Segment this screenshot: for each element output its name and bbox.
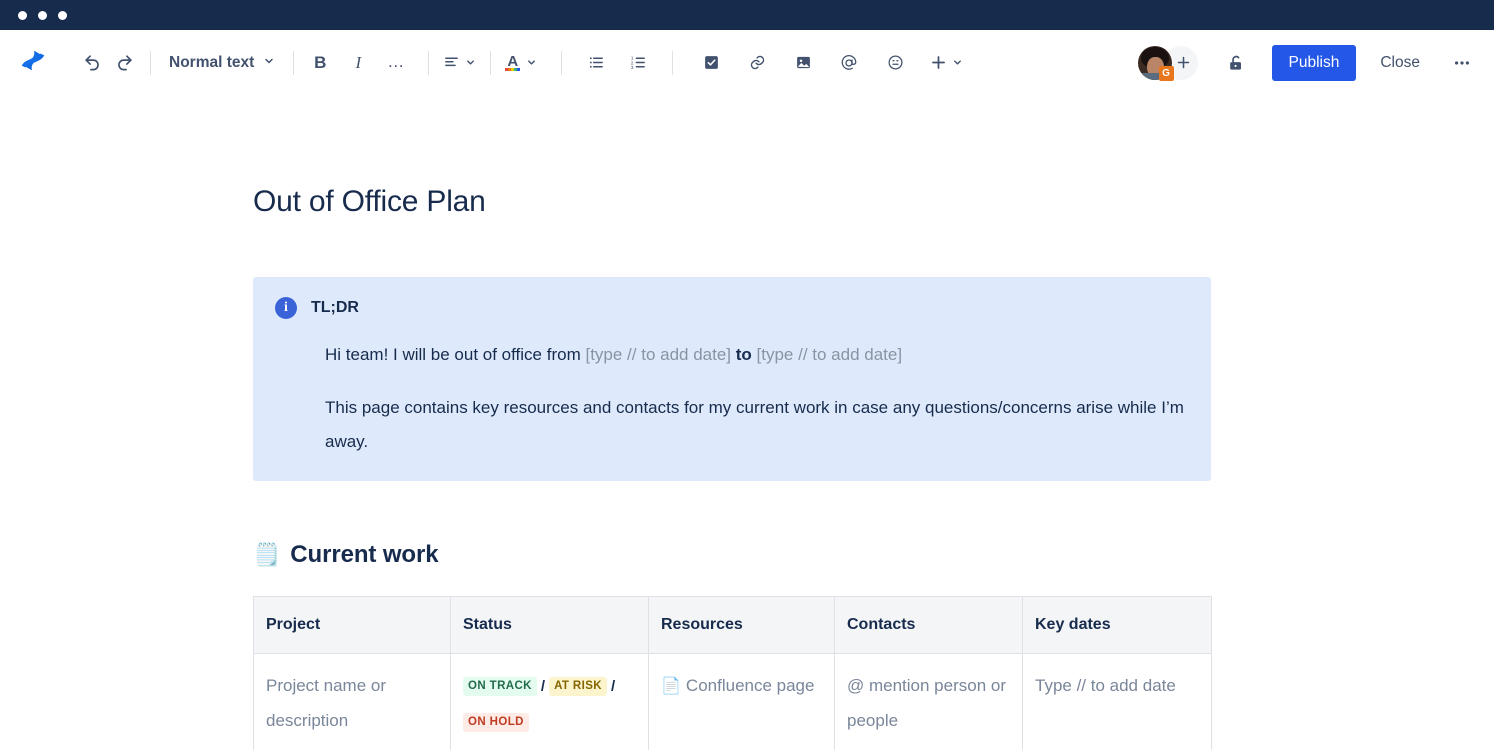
toolbar-divider <box>490 50 492 75</box>
toolbar-divider <box>428 50 430 75</box>
page-overflow-menu-icon[interactable] <box>1444 45 1480 81</box>
chevron-down-icon <box>526 57 537 68</box>
align-left-icon <box>443 54 460 71</box>
editor-toolbar: Normal text B I … A 1 2 3 G Publish Clos… <box>0 30 1494 95</box>
text-style-label: Normal text <box>169 53 255 71</box>
notepad-emoji-icon: 🗒️ <box>253 542 281 567</box>
column-header-key-dates[interactable]: Key dates <box>1022 596 1212 654</box>
ellipsis-icon: … <box>387 52 406 72</box>
emoji-icon[interactable] <box>879 47 911 79</box>
lozenge-separator: / <box>611 678 616 696</box>
current-work-table[interactable]: Project Status Resources Contacts Key da… <box>253 596 1212 750</box>
info-panel-header: i TL;DR <box>275 297 1189 319</box>
text-style-dropdown[interactable]: Normal text <box>161 47 283 79</box>
cell-contacts[interactable]: @ mention person or people <box>834 653 1023 750</box>
section-heading-label: Current work <box>290 541 439 568</box>
svg-text:3: 3 <box>630 65 633 71</box>
numbered-list-icon[interactable]: 1 2 3 <box>622 47 654 79</box>
start-date-placeholder[interactable]: [type // to add date] <box>585 345 731 364</box>
column-header-resources[interactable]: Resources <box>648 596 835 654</box>
cell-resources-label: Confluence page <box>685 676 815 695</box>
more-formatting-button[interactable]: … <box>380 47 412 79</box>
text-color-dropdown[interactable]: A <box>501 47 541 79</box>
status-lozenge-on-track[interactable]: ON TRACK <box>463 677 537 697</box>
status-lozenge-at-risk[interactable]: AT RISK <box>549 677 608 697</box>
bold-button[interactable]: B <box>304 47 336 79</box>
list-group: 1 2 3 <box>580 47 654 79</box>
toolbar-divider <box>293 50 295 75</box>
info-panel-line-2[interactable]: This page contains key resources and con… <box>325 391 1189 459</box>
window-maximize-button[interactable] <box>58 10 67 20</box>
alignment-group <box>439 47 480 79</box>
toolbar-divider <box>561 50 563 75</box>
table-row[interactable]: Project name or description ON TRACK / AT … <box>253 653 1212 750</box>
window-title-bar <box>0 0 1494 30</box>
text-color-letter: A <box>507 52 519 70</box>
chevron-down-icon <box>263 54 275 72</box>
cell-resources[interactable]: 📄 Confluence page <box>648 653 835 750</box>
avatar-app-badge: G <box>1158 65 1174 81</box>
insert-more-dropdown[interactable] <box>925 47 967 79</box>
info-icon: i <box>275 297 297 319</box>
section-heading-current-work[interactable]: 🗒️ Current work <box>253 541 1213 569</box>
publish-button[interactable]: Publish <box>1271 44 1357 81</box>
image-icon[interactable] <box>787 47 819 79</box>
confluence-logo-icon[interactable] <box>18 45 48 80</box>
info-panel-line-1[interactable]: Hi team! I will be out of office from [t… <box>325 338 1189 372</box>
bold-label: B <box>314 52 327 72</box>
document-body: Out of Office Plan i TL;DR Hi team! I wi… <box>0 185 1494 750</box>
column-header-contacts[interactable]: Contacts <box>834 596 1023 654</box>
table-header-row: Project Status Resources Contacts Key da… <box>253 596 1212 654</box>
italic-button[interactable]: I <box>342 47 374 79</box>
cell-key-dates[interactable]: Type // to add date <box>1022 653 1212 750</box>
cell-status[interactable]: ON TRACK / AT RISK / ON HOLD <box>450 653 649 750</box>
chevron-down-icon <box>952 57 963 68</box>
formatting-group: B I … <box>304 47 412 79</box>
status-lozenge-on-hold[interactable]: ON HOLD <box>463 713 529 733</box>
toolbar-divider <box>150 50 151 75</box>
text-color-group: A <box>501 47 541 79</box>
window-close-button[interactable] <box>18 10 27 20</box>
lozenge-separator: / <box>540 678 546 696</box>
task-checkbox-icon[interactable] <box>695 47 727 79</box>
info-panel-title: TL;DR <box>311 299 359 316</box>
italic-label: I <box>355 52 362 72</box>
bullet-list-icon[interactable] <box>580 47 612 79</box>
cell-project[interactable]: Project name or description <box>253 653 451 750</box>
column-header-project[interactable]: Project <box>253 596 451 654</box>
mention-icon[interactable] <box>833 47 865 79</box>
window-minimize-button[interactable] <box>38 10 47 20</box>
end-date-placeholder[interactable]: [type // to add date] <box>757 345 903 364</box>
chevron-down-icon <box>465 57 476 68</box>
undo-icon[interactable] <box>76 47 108 79</box>
history-group <box>76 47 140 79</box>
link-icon[interactable] <box>741 47 773 79</box>
text-color-icon: A <box>505 52 521 71</box>
plus-icon <box>929 53 948 72</box>
page-document-emoji-icon: 📄 <box>661 678 681 695</box>
page-title[interactable]: Out of Office Plan <box>253 185 1213 219</box>
redo-icon[interactable] <box>108 47 140 79</box>
insert-group <box>695 47 967 79</box>
oof-prefix-text: Hi team! I will be out of office from <box>325 345 586 364</box>
text-align-dropdown[interactable] <box>439 47 480 79</box>
toolbar-divider <box>672 50 674 75</box>
close-button[interactable]: Close <box>1364 45 1436 81</box>
page-restrictions-icon[interactable] <box>1220 47 1252 79</box>
oof-to-text: to <box>731 345 757 364</box>
collaborators-group: G <box>1137 45 1198 81</box>
column-header-status[interactable]: Status <box>450 596 649 654</box>
info-panel[interactable]: i TL;DR Hi team! I will be out of office… <box>253 277 1211 481</box>
toolbar-right-cluster: G Publish Close <box>1137 44 1480 81</box>
